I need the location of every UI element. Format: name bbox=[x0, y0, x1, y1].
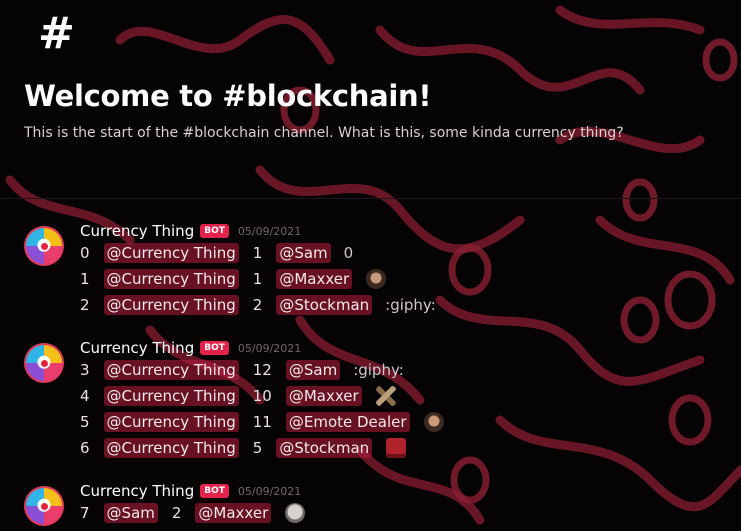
channel-view: # Welcome to #blockchain! This is the st… bbox=[0, 0, 741, 531]
mention[interactable]: @Stockman bbox=[276, 438, 373, 458]
extra-text: :giphy: bbox=[353, 361, 404, 379]
message-line: 0 @Currency Thing 1 @Sam 0 bbox=[80, 240, 353, 266]
bot-badge: BOT bbox=[200, 341, 229, 355]
box-emoji-icon[interactable] bbox=[386, 438, 407, 458]
mention[interactable]: @Currency Thing bbox=[103, 438, 239, 458]
score: 1 bbox=[252, 244, 263, 262]
divider bbox=[0, 198, 741, 199]
avatar[interactable] bbox=[24, 486, 64, 526]
avatar-center-icon bbox=[41, 243, 48, 250]
mention[interactable]: @Maxxer bbox=[285, 386, 362, 406]
timestamp: 05/09/2021 bbox=[237, 484, 302, 498]
message-header: Currency Thing BOT 05/09/2021 bbox=[80, 220, 301, 242]
mention[interactable]: @Currency Thing bbox=[103, 243, 239, 263]
rank: 5 bbox=[80, 413, 90, 431]
mention[interactable]: @Currency Thing bbox=[103, 295, 239, 315]
rank: 7 bbox=[80, 504, 90, 522]
face-emoji-icon[interactable] bbox=[423, 412, 444, 432]
mention[interactable]: @Sam bbox=[276, 243, 331, 263]
extra-text: :giphy: bbox=[385, 296, 436, 314]
rank: 3 bbox=[80, 361, 90, 379]
rank: 1 bbox=[80, 270, 90, 288]
score: 5 bbox=[252, 439, 263, 457]
hash-icon: # bbox=[38, 8, 75, 59]
mention[interactable]: @Maxxer bbox=[195, 503, 272, 523]
author-name[interactable]: Currency Thing bbox=[80, 339, 194, 357]
mention[interactable]: @Currency Thing bbox=[103, 386, 239, 406]
score: 11 bbox=[252, 413, 272, 431]
message-line: 7 @Sam 2 @Maxxer bbox=[80, 500, 306, 526]
mention[interactable]: @Currency Thing bbox=[103, 412, 239, 432]
mention[interactable]: @Sam bbox=[285, 360, 341, 380]
score: 2 bbox=[252, 296, 263, 314]
message-header: Currency Thing BOT 05/09/2021 bbox=[80, 337, 301, 359]
avatar-center-icon bbox=[41, 503, 48, 510]
mention[interactable]: @Emote Dealer bbox=[285, 412, 410, 432]
message-line: 1 @Currency Thing 1 @Maxxer bbox=[80, 266, 387, 292]
face-emoji-icon[interactable] bbox=[366, 269, 387, 289]
score: 12 bbox=[252, 361, 272, 379]
timestamp: 05/09/2021 bbox=[237, 341, 302, 355]
mention[interactable]: @Currency Thing bbox=[103, 269, 239, 289]
bot-badge: BOT bbox=[200, 224, 229, 238]
score: 1 bbox=[252, 270, 263, 288]
message-line: 5 @Currency Thing 11 @Emote Dealer bbox=[80, 409, 444, 435]
rank: 4 bbox=[80, 387, 90, 405]
avatar[interactable] bbox=[24, 343, 64, 383]
score: 2 bbox=[171, 504, 182, 522]
message-line: 3 @Currency Thing 12 @Sam :giphy: bbox=[80, 357, 404, 383]
timestamp: 05/09/2021 bbox=[237, 224, 302, 238]
message-line: 6 @Currency Thing 5 @Stockman bbox=[80, 435, 407, 461]
bot-badge: BOT bbox=[200, 484, 229, 498]
message-line: 2 @Currency Thing 2 @Stockman :giphy: bbox=[80, 292, 436, 318]
extra-text: 0 bbox=[343, 244, 354, 262]
author-name[interactable]: Currency Thing bbox=[80, 222, 194, 240]
rank: 2 bbox=[80, 296, 90, 314]
avatar-center-icon bbox=[41, 360, 48, 367]
mention[interactable]: @Stockman bbox=[276, 295, 373, 315]
author-name[interactable]: Currency Thing bbox=[80, 482, 194, 500]
avatar[interactable] bbox=[24, 226, 64, 266]
mention[interactable]: @Maxxer bbox=[276, 269, 353, 289]
message-header: Currency Thing BOT 05/09/2021 bbox=[80, 480, 301, 502]
score: 10 bbox=[252, 387, 272, 405]
welcome-title: Welcome to #blockchain! bbox=[24, 79, 432, 113]
message-line: 4 @Currency Thing 10 @Maxxer bbox=[80, 383, 396, 409]
plane-emoji-icon[interactable] bbox=[375, 386, 396, 406]
mention[interactable]: @Currency Thing bbox=[103, 360, 239, 380]
rank: 6 bbox=[80, 439, 90, 457]
rank: 0 bbox=[80, 244, 90, 262]
welcome-subtitle: This is the start of the #blockchain cha… bbox=[24, 125, 624, 141]
mention[interactable]: @Sam bbox=[103, 503, 158, 523]
skull-emoji-icon[interactable] bbox=[285, 503, 306, 523]
